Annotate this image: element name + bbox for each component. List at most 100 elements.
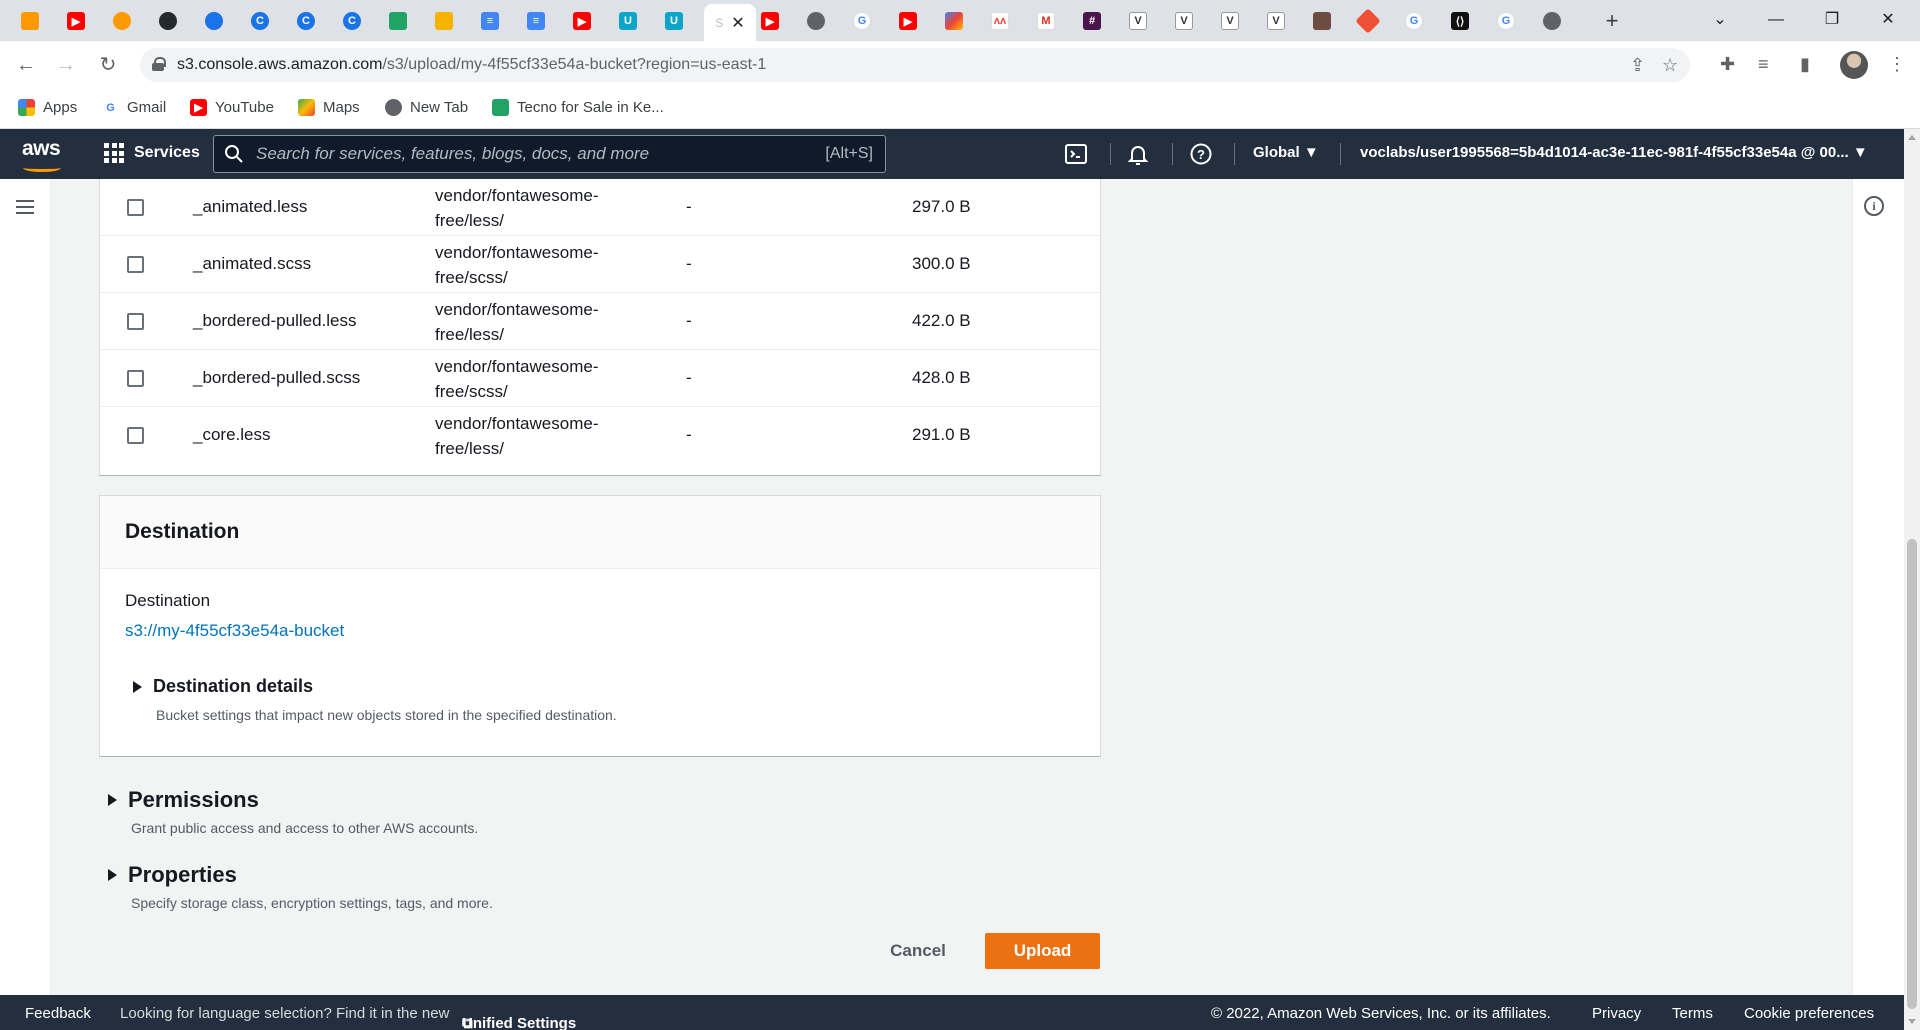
tab-globe-2[interactable]: [1532, 5, 1572, 37]
bookmark-apps[interactable]: Apps: [18, 99, 77, 116]
bookmark-new-tab[interactable]: New Tab: [385, 99, 468, 116]
tab-youtube-4[interactable]: ▶: [888, 5, 928, 37]
tab-box[interactable]: [424, 5, 464, 37]
tab-youtube-3[interactable]: ▶: [750, 5, 790, 37]
lock-icon[interactable]: [152, 57, 166, 71]
tab-colorful[interactable]: [934, 5, 974, 37]
cloudshell-icon[interactable]: [1064, 142, 1088, 166]
tab-monday[interactable]: ʌʌ: [980, 5, 1020, 37]
row-checkbox[interactable]: [127, 427, 144, 444]
tab-basket[interactable]: [378, 5, 418, 37]
url-text[interactable]: s3.console.aws.amazon.com/s3/upload/my-4…: [177, 56, 766, 74]
destination-panel: Destination Destination s3://my-4f55cf33…: [99, 495, 1101, 757]
side-panel-icon[interactable]: ▮: [1800, 54, 1810, 75]
search-input[interactable]: [256, 143, 776, 165]
bookmark-youtube[interactable]: ▶ YouTube: [190, 99, 274, 116]
close-window-button[interactable]: ✕: [1868, 6, 1908, 34]
destination-details-toggle[interactable]: Destination details: [133, 676, 313, 697]
tab-dev[interactable]: ⟨⟩: [1440, 5, 1480, 37]
help-icon[interactable]: ?: [1189, 142, 1213, 166]
feedback-link[interactable]: Feedback: [25, 1005, 91, 1022]
terms-link[interactable]: Terms: [1672, 1005, 1713, 1022]
bookmark-gmail[interactable]: G Gmail: [102, 99, 166, 116]
scroll-up-icon[interactable]: [1908, 135, 1916, 140]
row-checkbox[interactable]: [127, 199, 144, 216]
table-row[interactable]: _bordered-pulled.less vendor/fontawesome…: [100, 293, 1100, 350]
reload-icon[interactable]: ↻: [94, 51, 122, 79]
cancel-button[interactable]: Cancel: [870, 933, 966, 969]
extensions-puzzle-icon[interactable]: ✚: [1720, 54, 1735, 75]
tab-globe[interactable]: [796, 5, 836, 37]
region-selector[interactable]: Global ▼: [1253, 144, 1319, 161]
c-icon: C: [251, 12, 269, 30]
tab-link[interactable]: [194, 5, 234, 37]
back-arrow-icon[interactable]: ←: [12, 51, 40, 79]
share-icon[interactable]: ⇪: [1630, 55, 1645, 76]
tab-github[interactable]: [148, 5, 188, 37]
table-row[interactable]: _animated.less vendor/fontawesome-free/l…: [100, 179, 1100, 236]
bookmark-star-icon[interactable]: ☆: [1662, 55, 1678, 76]
profile-avatar[interactable]: [1840, 51, 1868, 79]
forward-arrow-icon[interactable]: →: [52, 51, 80, 79]
tab-google[interactable]: G: [842, 5, 882, 37]
tab-v4[interactable]: V: [1256, 5, 1296, 37]
tab-aws-cube-2[interactable]: [102, 5, 142, 37]
tab-docs1[interactable]: ≡: [470, 5, 510, 37]
hamburger-menu-icon[interactable]: [16, 200, 34, 214]
tab-v1[interactable]: V: [1118, 5, 1158, 37]
upload-button[interactable]: Upload: [985, 933, 1100, 969]
tab-active-s3[interactable]: S ✕: [704, 4, 756, 41]
bookmark-tecno[interactable]: Tecno for Sale in Ke...: [492, 99, 664, 116]
properties-title: Properties: [128, 862, 237, 887]
tab-docs2[interactable]: ≡: [516, 5, 556, 37]
file-name: _animated.scss: [193, 254, 312, 273]
cookie-preferences-link[interactable]: Cookie preferences: [1744, 1005, 1874, 1022]
scroll-down-icon[interactable]: [1908, 1019, 1916, 1024]
services-menu-button[interactable]: Services: [104, 143, 200, 163]
chrome-menu-icon[interactable]: ⋮: [1888, 54, 1906, 75]
tab-v3[interactable]: V: [1210, 5, 1250, 37]
scrollbar-thumb[interactable]: [1907, 539, 1917, 1009]
tab-search-icon[interactable]: ⌄: [1700, 6, 1740, 34]
tab-youtube-2[interactable]: ▶: [562, 5, 602, 37]
account-menu[interactable]: voclabs/user1995568=5b4d1014-ac3e-11ec-9…: [1360, 144, 1868, 161]
row-checkbox[interactable]: [127, 256, 144, 273]
tab-google-3[interactable]: G: [1486, 5, 1526, 37]
tab-c1[interactable]: C: [240, 5, 280, 37]
media-queue-icon[interactable]: ≡: [1758, 54, 1769, 75]
tab-u2[interactable]: U: [654, 5, 694, 37]
new-tab-button[interactable]: +: [1598, 8, 1626, 36]
tab-gmail[interactable]: M: [1026, 5, 1066, 37]
address-bar[interactable]: s3.console.aws.amazon.com/s3/upload/my-4…: [140, 48, 1690, 82]
row-checkbox[interactable]: [127, 313, 144, 330]
row-checkbox[interactable]: [127, 370, 144, 387]
properties-toggle[interactable]: Properties: [108, 862, 237, 888]
table-row[interactable]: _core.less vendor/fontawesome-free/less/…: [100, 407, 1100, 464]
tab-v2[interactable]: V: [1164, 5, 1204, 37]
permissions-toggle[interactable]: Permissions: [108, 787, 259, 813]
minimize-button[interactable]: —: [1756, 6, 1796, 34]
bookmark-maps[interactable]: Maps: [298, 99, 360, 116]
close-tab-icon[interactable]: ✕: [731, 13, 744, 33]
tab-slack[interactable]: #: [1072, 5, 1112, 37]
table-row[interactable]: _animated.scss vendor/fontawesome-free/s…: [100, 236, 1100, 293]
tab-c2[interactable]: C: [286, 5, 326, 37]
aws-search-box[interactable]: [Alt+S]: [213, 135, 886, 173]
tab-aws-cube[interactable]: [10, 5, 50, 37]
caret-right-icon: [133, 680, 142, 693]
bell-icon[interactable]: [1126, 142, 1150, 166]
table-row[interactable]: _bordered-pulled.scss vendor/fontawesome…: [100, 350, 1100, 407]
page-scrollbar[interactable]: [1904, 129, 1920, 1030]
tab-google-2[interactable]: G: [1394, 5, 1434, 37]
restore-button[interactable]: ❐: [1812, 6, 1852, 34]
aws-smile-icon: [23, 164, 61, 172]
tab-git[interactable]: [1348, 5, 1388, 37]
tab-image[interactable]: [1302, 5, 1342, 37]
tab-c3[interactable]: C: [332, 5, 372, 37]
tab-u1[interactable]: U: [608, 5, 648, 37]
aws-logo[interactable]: aws: [22, 137, 61, 172]
info-icon[interactable]: i: [1864, 196, 1884, 216]
tab-youtube[interactable]: ▶: [56, 5, 96, 37]
privacy-link[interactable]: Privacy: [1592, 1005, 1641, 1022]
destination-bucket-link[interactable]: s3://my-4f55cf33e54a-bucket: [125, 621, 344, 641]
